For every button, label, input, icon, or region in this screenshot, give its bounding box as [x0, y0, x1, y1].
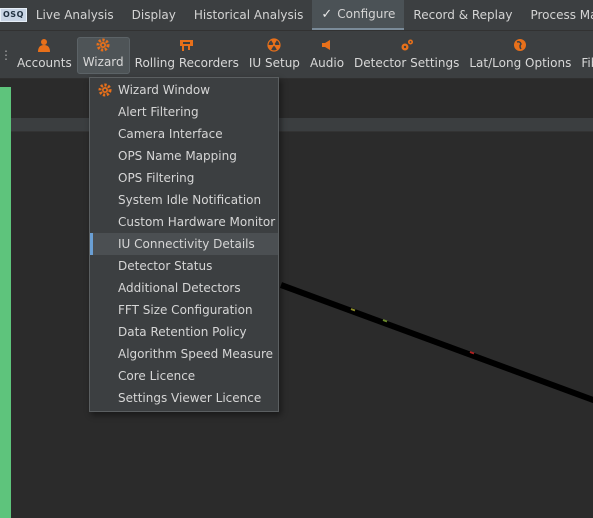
detector-settings-button[interactable]: Detector Settings [349, 37, 464, 74]
audio-label: Audio [309, 56, 345, 70]
menu-item-custom-hardware-monitor[interactable]: Custom Hardware Monitor [90, 211, 278, 233]
app-logo: OSQ [0, 0, 27, 30]
menu-item-settings-viewer-licence[interactable]: Settings Viewer Licence [90, 387, 278, 409]
recorder-icon [179, 37, 195, 53]
accounts-label: Accounts [17, 56, 72, 70]
detector-settings-label: Detector Settings [354, 56, 460, 70]
lat-long-options-label: Lat/Long Options [469, 56, 572, 70]
menu-item-fft-size-configuration[interactable]: FFT Size Configuration [90, 299, 278, 321]
speaker-icon [319, 37, 335, 53]
menu-item-detector-status[interactable]: Detector Status [90, 255, 278, 277]
menu-item-data-retention-policy[interactable]: Data Retention Policy [90, 321, 278, 343]
menu-live-analysis[interactable]: Live Analysis [27, 0, 123, 30]
detector-gears-icon [399, 37, 415, 53]
lat-long-options-button[interactable]: Lat/Long Options [464, 37, 576, 74]
fibre-routes-button[interactable]: Fibre Routes [576, 37, 593, 74]
menu-item-algorithm-speed-measure[interactable]: Algorithm Speed Measure [90, 343, 278, 365]
toolbar-grip-icon[interactable]: ⋮ [0, 31, 12, 78]
menu-item-system-idle-notification[interactable]: System Idle Notification [90, 189, 278, 211]
menu-display[interactable]: Display [123, 0, 185, 30]
fibre-routes-label: Fibre Routes [581, 56, 593, 70]
menu-record-replay[interactable]: Record & Replay [404, 0, 521, 30]
checkmark-icon: ✓ [321, 6, 333, 22]
configure-toolbar: ⋮ Accounts Wizard Rolling Recorders IU S… [0, 31, 593, 79]
wizard-label: Wizard [82, 55, 124, 69]
menu-item-wizard-window[interactable]: Wizard Window [90, 79, 278, 101]
menu-item-additional-detectors[interactable]: Additional Detectors [90, 277, 278, 299]
menu-historical-analysis[interactable]: Historical Analysis [185, 0, 312, 30]
route-marker [350, 308, 356, 312]
gear-icon [95, 38, 111, 52]
gear-icon [97, 83, 112, 98]
accounts-button[interactable]: Accounts [12, 37, 77, 74]
menu-configure[interactable]: ✓ Configure [312, 0, 405, 30]
wizard-button[interactable]: Wizard [76, 37, 130, 74]
route-marker [469, 351, 475, 355]
menu-item-ops-name-mapping[interactable]: OPS Name Mapping [90, 145, 278, 167]
menu-process-management[interactable]: Process Management [521, 0, 593, 30]
accounts-icon [36, 37, 52, 53]
left-status-stripe [0, 87, 11, 518]
radiation-icon [266, 37, 282, 53]
audio-button[interactable]: Audio [305, 37, 349, 74]
fibre-route-line [279, 282, 593, 404]
menu-item-alert-filtering[interactable]: Alert Filtering [90, 101, 278, 123]
iu-setup-label: IU Setup [248, 56, 300, 70]
route-marker [382, 319, 388, 323]
menu-item-camera-interface[interactable]: Camera Interface [90, 123, 278, 145]
menu-item-iu-connectivity-details[interactable]: IU Connectivity Details [90, 233, 278, 255]
app-logo-text: OSQ [0, 8, 27, 22]
menu-item-core-licence[interactable]: Core Licence [90, 365, 278, 387]
wizard-dropdown-menu: Wizard Window Alert Filtering Camera Int… [89, 77, 279, 412]
iu-setup-button[interactable]: IU Setup [244, 37, 305, 74]
top-menu-bar: OSQ Live Analysis Display Historical Ana… [0, 0, 593, 31]
rolling-recorders-label: Rolling Recorders [134, 56, 239, 70]
rolling-recorders-button[interactable]: Rolling Recorders [130, 37, 244, 74]
globe-icon [512, 37, 528, 53]
menu-item-ops-filtering[interactable]: OPS Filtering [90, 167, 278, 189]
